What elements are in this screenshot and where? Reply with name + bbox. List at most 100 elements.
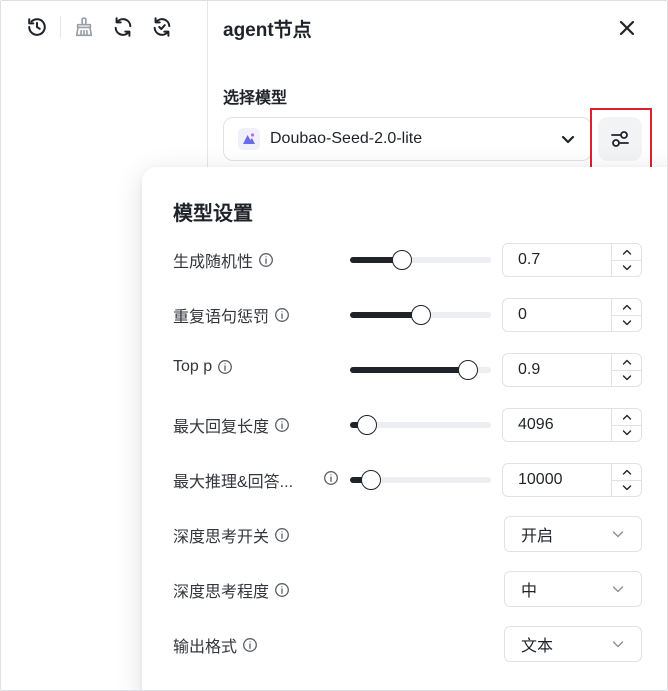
slider-thumb[interactable] xyxy=(411,305,431,325)
param-row-top-p: Top p 0.9 xyxy=(142,348,667,388)
info-icon[interactable] xyxy=(258,252,274,268)
model-logo-icon xyxy=(238,128,260,150)
history-button[interactable] xyxy=(23,13,51,41)
select-row-deep-thinking-level: 深度思考程度 中 xyxy=(142,568,667,608)
select-row-output-format: 输出格式 文本 xyxy=(142,623,667,663)
select-label-text: 输出格式 xyxy=(173,639,238,656)
history-icon xyxy=(28,18,46,36)
info-icon[interactable] xyxy=(217,359,233,375)
slider-fill xyxy=(350,367,468,373)
param-label: Top p xyxy=(173,358,233,376)
info-icon[interactable] xyxy=(274,417,290,433)
select-label-text: 深度思考开关 xyxy=(173,529,270,546)
param-label-text: 生成随机性 xyxy=(173,254,254,271)
deep-thinking-level-select[interactable]: 中 xyxy=(504,571,642,607)
param-value: 10000 xyxy=(518,471,563,488)
sync-button[interactable] xyxy=(109,13,137,41)
param-row-temperature: 生成随机性 0.7 xyxy=(142,238,667,278)
info-icon[interactable] xyxy=(274,307,290,323)
param-row-max-tokens: 最大回复长度 4096 xyxy=(142,403,667,443)
decrement-button[interactable] xyxy=(612,259,641,277)
param-value: 0 xyxy=(518,306,527,323)
param-row-max-reasoning-tokens: 最大推理&回答... 10000 xyxy=(142,458,667,498)
param-slider[interactable] xyxy=(350,250,491,270)
param-label: 生成随机性 xyxy=(173,248,274,272)
clear-button[interactable] xyxy=(70,13,98,41)
model-select[interactable]: Doubao-Seed-2.0-lite xyxy=(223,117,592,161)
deep-thinking-switch-select[interactable]: 开启 xyxy=(504,516,642,552)
param-stepper xyxy=(611,409,641,441)
slider-thumb[interactable] xyxy=(357,415,377,435)
param-slider[interactable] xyxy=(350,470,491,490)
slider-thumb[interactable] xyxy=(458,360,478,380)
decrement-button[interactable] xyxy=(612,314,641,332)
param-number-input[interactable]: 0.9 xyxy=(502,353,642,387)
model-section-label: 选择模型 xyxy=(223,90,288,107)
broom-icon xyxy=(75,17,93,37)
refresh-icon xyxy=(114,17,132,37)
panel-title: agent节点 xyxy=(223,20,312,41)
decrement-button[interactable] xyxy=(612,479,641,497)
param-value: 0.7 xyxy=(518,251,541,268)
param-number-input[interactable]: 0.7 xyxy=(502,243,642,277)
param-stepper xyxy=(611,299,641,331)
chevron-down-icon xyxy=(622,320,631,326)
model-settings-button[interactable] xyxy=(598,117,642,161)
chevron-down-icon xyxy=(612,531,624,538)
info-icon[interactable] xyxy=(274,527,290,543)
select-label-text: 深度思考程度 xyxy=(173,584,270,601)
param-slider[interactable] xyxy=(350,360,491,380)
info-icon[interactable] xyxy=(274,582,290,598)
param-number-input[interactable]: 10000 xyxy=(502,463,642,497)
chevron-down-icon xyxy=(612,586,624,593)
increment-button[interactable] xyxy=(612,299,641,315)
increment-button[interactable] xyxy=(612,409,641,425)
param-stepper xyxy=(611,354,641,386)
param-label-text: 最大回复长度 xyxy=(173,419,270,436)
select-label: 深度思考程度 xyxy=(173,578,290,602)
select-label: 深度思考开关 xyxy=(173,523,290,547)
param-label: 重复语句惩罚 xyxy=(173,303,290,327)
increment-button[interactable] xyxy=(612,354,641,370)
select-value: 中 xyxy=(521,583,538,600)
settings-title: 模型设置 xyxy=(173,203,253,225)
chevron-down-icon xyxy=(561,135,575,144)
close-button[interactable] xyxy=(613,14,641,42)
chevron-down-icon xyxy=(622,430,631,436)
toolbar-divider xyxy=(60,16,61,38)
param-label: 最大推理&回答... xyxy=(173,468,293,492)
reload-button[interactable] xyxy=(148,13,176,41)
select-row-deep-thinking-switch: 深度思考开关 开启 xyxy=(142,513,667,553)
param-value: 0.9 xyxy=(518,361,541,378)
param-label-text: 重复语句惩罚 xyxy=(173,309,270,326)
param-label-text: Top p xyxy=(173,358,213,375)
slider-thumb[interactable] xyxy=(361,470,381,490)
info-icon[interactable] xyxy=(323,470,339,486)
chevron-down-icon xyxy=(622,265,631,271)
param-slider[interactable] xyxy=(350,305,491,325)
sliders-icon xyxy=(611,131,629,147)
window: agent节点 选择模型 Doubao-Seed-2.0-lite 模型设置 生… xyxy=(0,0,668,691)
output-format-select[interactable]: 文本 xyxy=(504,626,642,662)
param-label: 最大回复长度 xyxy=(173,413,290,437)
param-label-text: 最大推理&回答... xyxy=(173,474,294,491)
chevron-up-icon xyxy=(622,414,631,420)
slider-thumb[interactable] xyxy=(392,250,412,270)
param-row-repetition-penalty: 重复语句惩罚 0 xyxy=(142,293,667,333)
decrement-button[interactable] xyxy=(612,424,641,442)
chevron-down-icon xyxy=(622,485,631,491)
param-slider[interactable] xyxy=(350,415,491,435)
refresh-check-icon xyxy=(153,17,171,37)
increment-button[interactable] xyxy=(612,464,641,480)
info-icon[interactable] xyxy=(242,637,258,653)
increment-button[interactable] xyxy=(612,244,641,260)
chevron-up-icon xyxy=(622,359,631,365)
chevron-down-icon xyxy=(612,641,624,648)
param-number-input[interactable]: 4096 xyxy=(502,408,642,442)
select-value: 文本 xyxy=(521,638,554,655)
decrement-button[interactable] xyxy=(612,369,641,387)
model-settings-popover: 模型设置 生成随机性 0.7 重复语句惩罚 0 Top p 0.9 最大回复长度… xyxy=(142,167,667,690)
param-number-input[interactable]: 0 xyxy=(502,298,642,332)
select-label: 输出格式 xyxy=(173,633,258,657)
param-value: 4096 xyxy=(518,416,554,433)
